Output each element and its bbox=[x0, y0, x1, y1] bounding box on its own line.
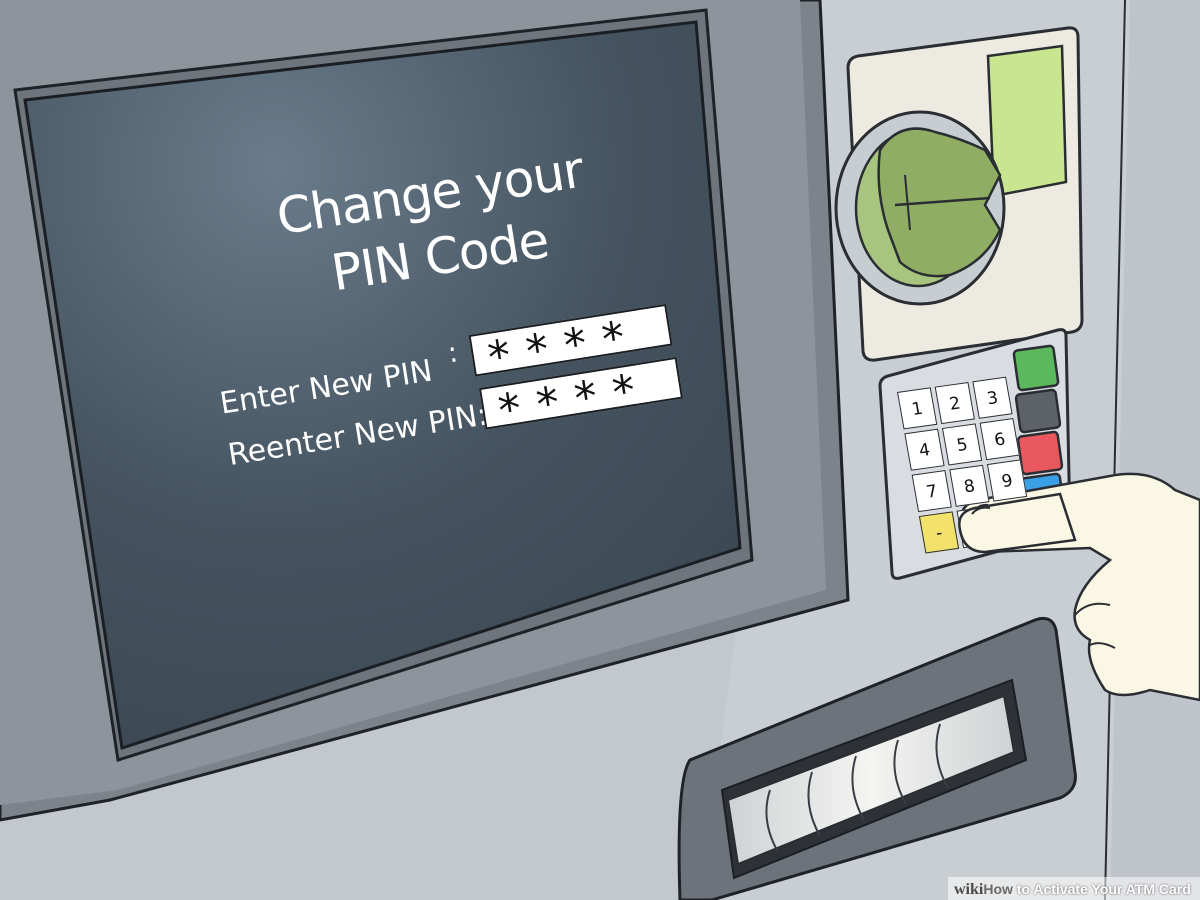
key-2[interactable]: 2 bbox=[934, 381, 975, 425]
watermark-wiki: wiki bbox=[954, 881, 984, 898]
key-0[interactable]: 0 bbox=[956, 506, 997, 549]
wikihow-watermark: wikiHow to Activate Your ATM Card bbox=[948, 877, 1200, 900]
key-3[interactable]: 3 bbox=[972, 376, 1013, 419]
key-6[interactable]: 6 bbox=[979, 418, 1020, 461]
key-cancel[interactable]: - bbox=[918, 511, 960, 554]
key-9[interactable]: 9 bbox=[986, 459, 1028, 502]
watermark-how: How bbox=[983, 881, 1013, 897]
key-1[interactable]: 1 bbox=[897, 387, 938, 430]
key-5[interactable]: 5 bbox=[941, 423, 983, 466]
key-7[interactable]: 7 bbox=[911, 469, 952, 513]
watermark-title: to Activate Your ATM Card bbox=[1012, 881, 1191, 897]
enter-pin-colon: : bbox=[445, 335, 460, 370]
screen-title: Change your PIN Code bbox=[247, 134, 623, 317]
atm-scene: Change your PIN Code Enter New PIN : ***… bbox=[0, 0, 1200, 900]
key-8[interactable]: 8 bbox=[949, 464, 990, 507]
key-4[interactable]: 4 bbox=[904, 428, 945, 471]
